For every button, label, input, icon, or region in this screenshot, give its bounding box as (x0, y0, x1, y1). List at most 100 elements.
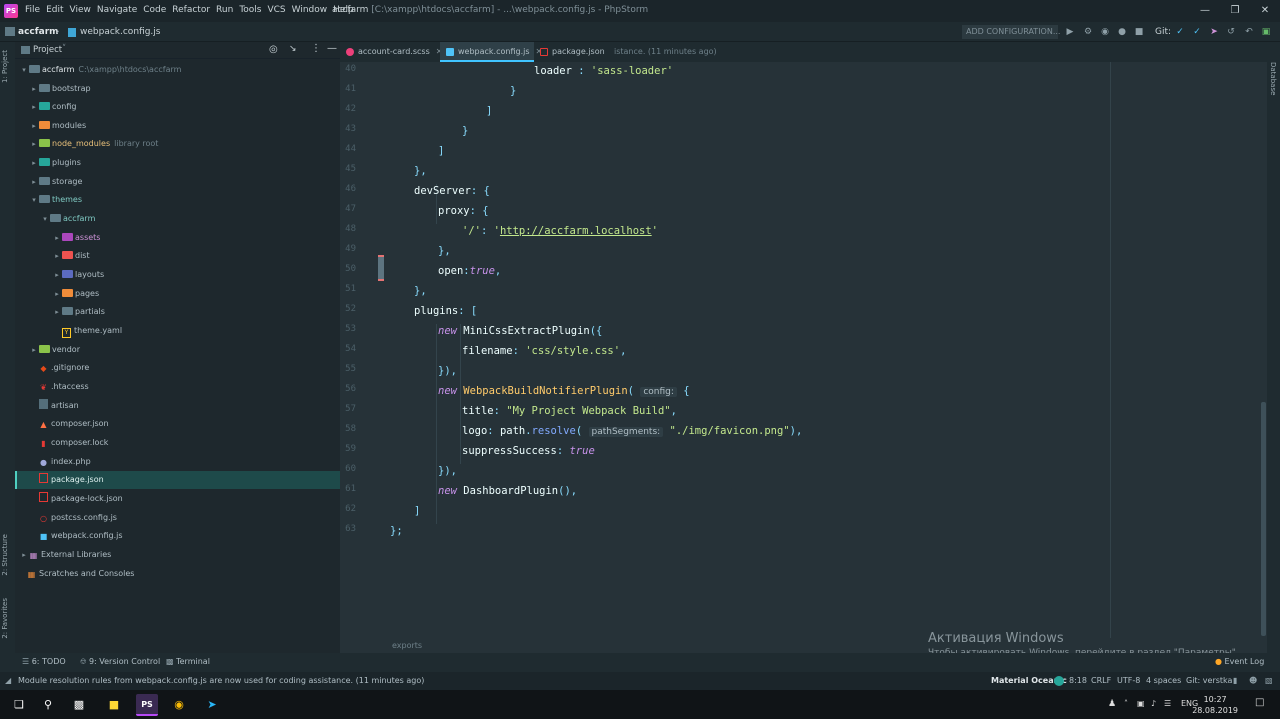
tree-item-themes[interactable]: ▾ themes (15, 191, 340, 209)
network-icon[interactable]: ▣ (1137, 699, 1145, 708)
event-log-tab[interactable]: ● Event Log (1215, 657, 1264, 666)
tree-item-theme-accfarm[interactable]: ▾ accfarm (15, 210, 340, 228)
tree-item-external-libraries[interactable]: ▸ ▦ External Libraries (15, 546, 340, 564)
phpstorm-taskbar-icon[interactable]: PS (136, 694, 158, 716)
tree-item-scratches[interactable]: ▦ Scratches and Consoles (15, 565, 340, 583)
inspector-icon[interactable]: ☻ (1249, 672, 1257, 690)
telegram-icon[interactable]: ➤ (201, 694, 223, 716)
structure-tool-tab[interactable]: 2: Structure (1, 534, 9, 576)
tree-item-layouts[interactable]: ▸ layouts (15, 266, 340, 284)
chevron-down-icon[interactable]: ˅ (62, 44, 66, 54)
windows-start-icon[interactable]: ❏ (8, 694, 30, 716)
menu-run[interactable]: Run (216, 5, 233, 15)
project-view-selector[interactable]: Project (33, 45, 62, 55)
file-explorer-icon[interactable]: ■ (103, 694, 125, 716)
debug-icon[interactable]: ⚙ (1082, 26, 1094, 38)
run-icon[interactable]: ▶ (1064, 26, 1076, 38)
code-editor[interactable]: loader : 'sass-loader' } ] } ] }, devSer… (388, 62, 1110, 638)
tree-item-config[interactable]: ▸ config (15, 98, 340, 116)
terminal-icon[interactable]: ▣ (1260, 26, 1272, 38)
tree-item-webpack-config[interactable]: ■ webpack.config.js (15, 527, 340, 545)
indent-setting[interactable]: 4 spaces (1146, 672, 1181, 690)
tree-item-package-json[interactable]: package.json (15, 471, 340, 489)
terminal-tab[interactable]: ▩ Terminal (166, 657, 210, 666)
tree-item-node-modules[interactable]: ▸ node_modules library root (15, 135, 340, 153)
vcs-update-icon[interactable]: ✓ (1174, 26, 1186, 38)
menu-file[interactable]: File (25, 5, 40, 15)
tree-item-htaccess[interactable]: ❦ .htaccess (15, 378, 340, 396)
tree-item-theme-yaml[interactable]: Ytheme.yaml (15, 322, 340, 340)
tree-item-root[interactable]: ▾ accfarm C:\xampp\htdocs\accfarm (15, 61, 340, 79)
tab-account-card-scss[interactable]: account-card.scss✕ (340, 42, 442, 62)
caret-position[interactable]: 8:18 (1069, 672, 1087, 690)
tree-item-composer-json[interactable]: ▲ composer.json (15, 415, 340, 433)
profile-icon[interactable]: ● (1116, 26, 1128, 38)
collapse-all-icon[interactable]: ↘ (289, 44, 297, 54)
add-configuration-button[interactable]: ADD CONFIGURATION... (962, 25, 1060, 39)
tree-item-package-lock-json[interactable]: package-lock.json (15, 490, 340, 508)
tree-item-partials[interactable]: ▸ partials (15, 303, 340, 321)
tree-item-postcss-config[interactable]: ○ postcss.config.js (15, 509, 340, 527)
chrome-icon[interactable]: ◉ (168, 694, 190, 716)
hide-panel-icon[interactable]: — (327, 43, 337, 54)
memory-icon[interactable]: ▧ (1265, 672, 1273, 690)
notifications-icon[interactable]: □ (1255, 697, 1264, 708)
tree-item-plugins[interactable]: ▸ plugins (15, 154, 340, 172)
menu-code[interactable]: Code (143, 5, 166, 15)
vcs-push-icon[interactable]: ➤ (1208, 26, 1220, 38)
status-message[interactable]: Module resolution rules from webpack.con… (18, 672, 424, 690)
tree-item-composer-lock[interactable]: ▮ composer.lock (15, 434, 340, 452)
tree-item-bootstrap[interactable]: ▸ bootstrap (15, 80, 340, 98)
tree-item-dist[interactable]: ▸ dist (15, 247, 340, 265)
tree-item-gitignore[interactable]: ◆ .gitignore (15, 359, 340, 377)
status-toggle-icon[interactable]: ◢ (5, 672, 11, 690)
menu-navigate[interactable]: Navigate (97, 5, 137, 15)
nav-project-crumb[interactable]: accfarm (18, 27, 59, 37)
menu-view[interactable]: View (70, 5, 91, 15)
tree-item-modules[interactable]: ▸ modules (15, 117, 340, 135)
coverage-icon[interactable]: ◉ (1099, 26, 1111, 38)
revert-icon[interactable]: ↶ (1243, 26, 1255, 38)
tree-item-vendor[interactable]: ▸ vendor (15, 341, 340, 359)
project-tool-tab[interactable]: 1: Project (1, 50, 9, 83)
history-icon[interactable]: ↺ (1225, 26, 1237, 38)
tree-item-pages[interactable]: ▸ pages (15, 285, 340, 303)
tree-item-artisan[interactable]: artisan (15, 397, 340, 415)
vcs-commit-icon[interactable]: ✓ (1191, 26, 1203, 38)
locate-file-icon[interactable]: ◎ (269, 44, 278, 55)
menu-vcs[interactable]: VCS (267, 5, 285, 15)
file-encoding[interactable]: UTF-8 (1117, 672, 1140, 690)
menu-window[interactable]: Window (292, 5, 328, 15)
tab-package-json[interactable]: package.json (534, 42, 624, 62)
version-control-tab[interactable]: ⎊ 9: Version Control (80, 657, 160, 667)
menu-refactor[interactable]: Refactor (172, 5, 210, 15)
people-icon[interactable]: ♟ (1108, 699, 1116, 709)
menu-tools[interactable]: Tools (239, 5, 261, 15)
tray-chevron-icon[interactable]: ˄ (1124, 699, 1128, 708)
tree-item-storage[interactable]: ▸ storage (15, 173, 340, 191)
tab-webpack-config-js[interactable]: webpack.config.js ✕ (440, 42, 542, 62)
search-icon[interactable]: ⚲ (37, 694, 59, 716)
editor-scrollbar[interactable] (1261, 402, 1266, 636)
minimize-button[interactable]: — (1190, 2, 1220, 20)
tree-item-assets[interactable]: ▸ assets (15, 229, 340, 247)
system-clock[interactable]: 10:27 28.08.2019 (1192, 694, 1238, 716)
database-tool-tab[interactable]: Database (1269, 62, 1277, 95)
todo-tab[interactable]: ☰ 6: TODO (22, 657, 66, 666)
volume-icon[interactable]: ♪ (1151, 699, 1156, 708)
tab-label: account-card.scss (358, 47, 430, 56)
line-separator[interactable]: CRLF (1091, 672, 1111, 690)
vcs-change-marker[interactable] (378, 255, 384, 281)
menu-edit[interactable]: Edit (46, 5, 63, 15)
nav-file-crumb[interactable]: webpack.config.js (80, 27, 160, 37)
lock-icon[interactable]: ▮ (1233, 672, 1237, 690)
close-button[interactable]: ✕ (1250, 2, 1280, 20)
git-branch[interactable]: Git: verstka (1186, 672, 1232, 690)
favorites-tool-tab[interactable]: 2: Favorites (1, 598, 9, 639)
tree-item-index-php[interactable]: ● index.php (15, 453, 340, 471)
maximize-button[interactable]: ❐ (1220, 2, 1250, 20)
stop-icon[interactable]: ■ (1133, 26, 1145, 38)
settings-icon[interactable]: ⋮ (311, 43, 321, 54)
wifi-icon[interactable]: ☰ (1164, 699, 1171, 708)
task-view-icon[interactable]: ▩ (68, 694, 90, 716)
